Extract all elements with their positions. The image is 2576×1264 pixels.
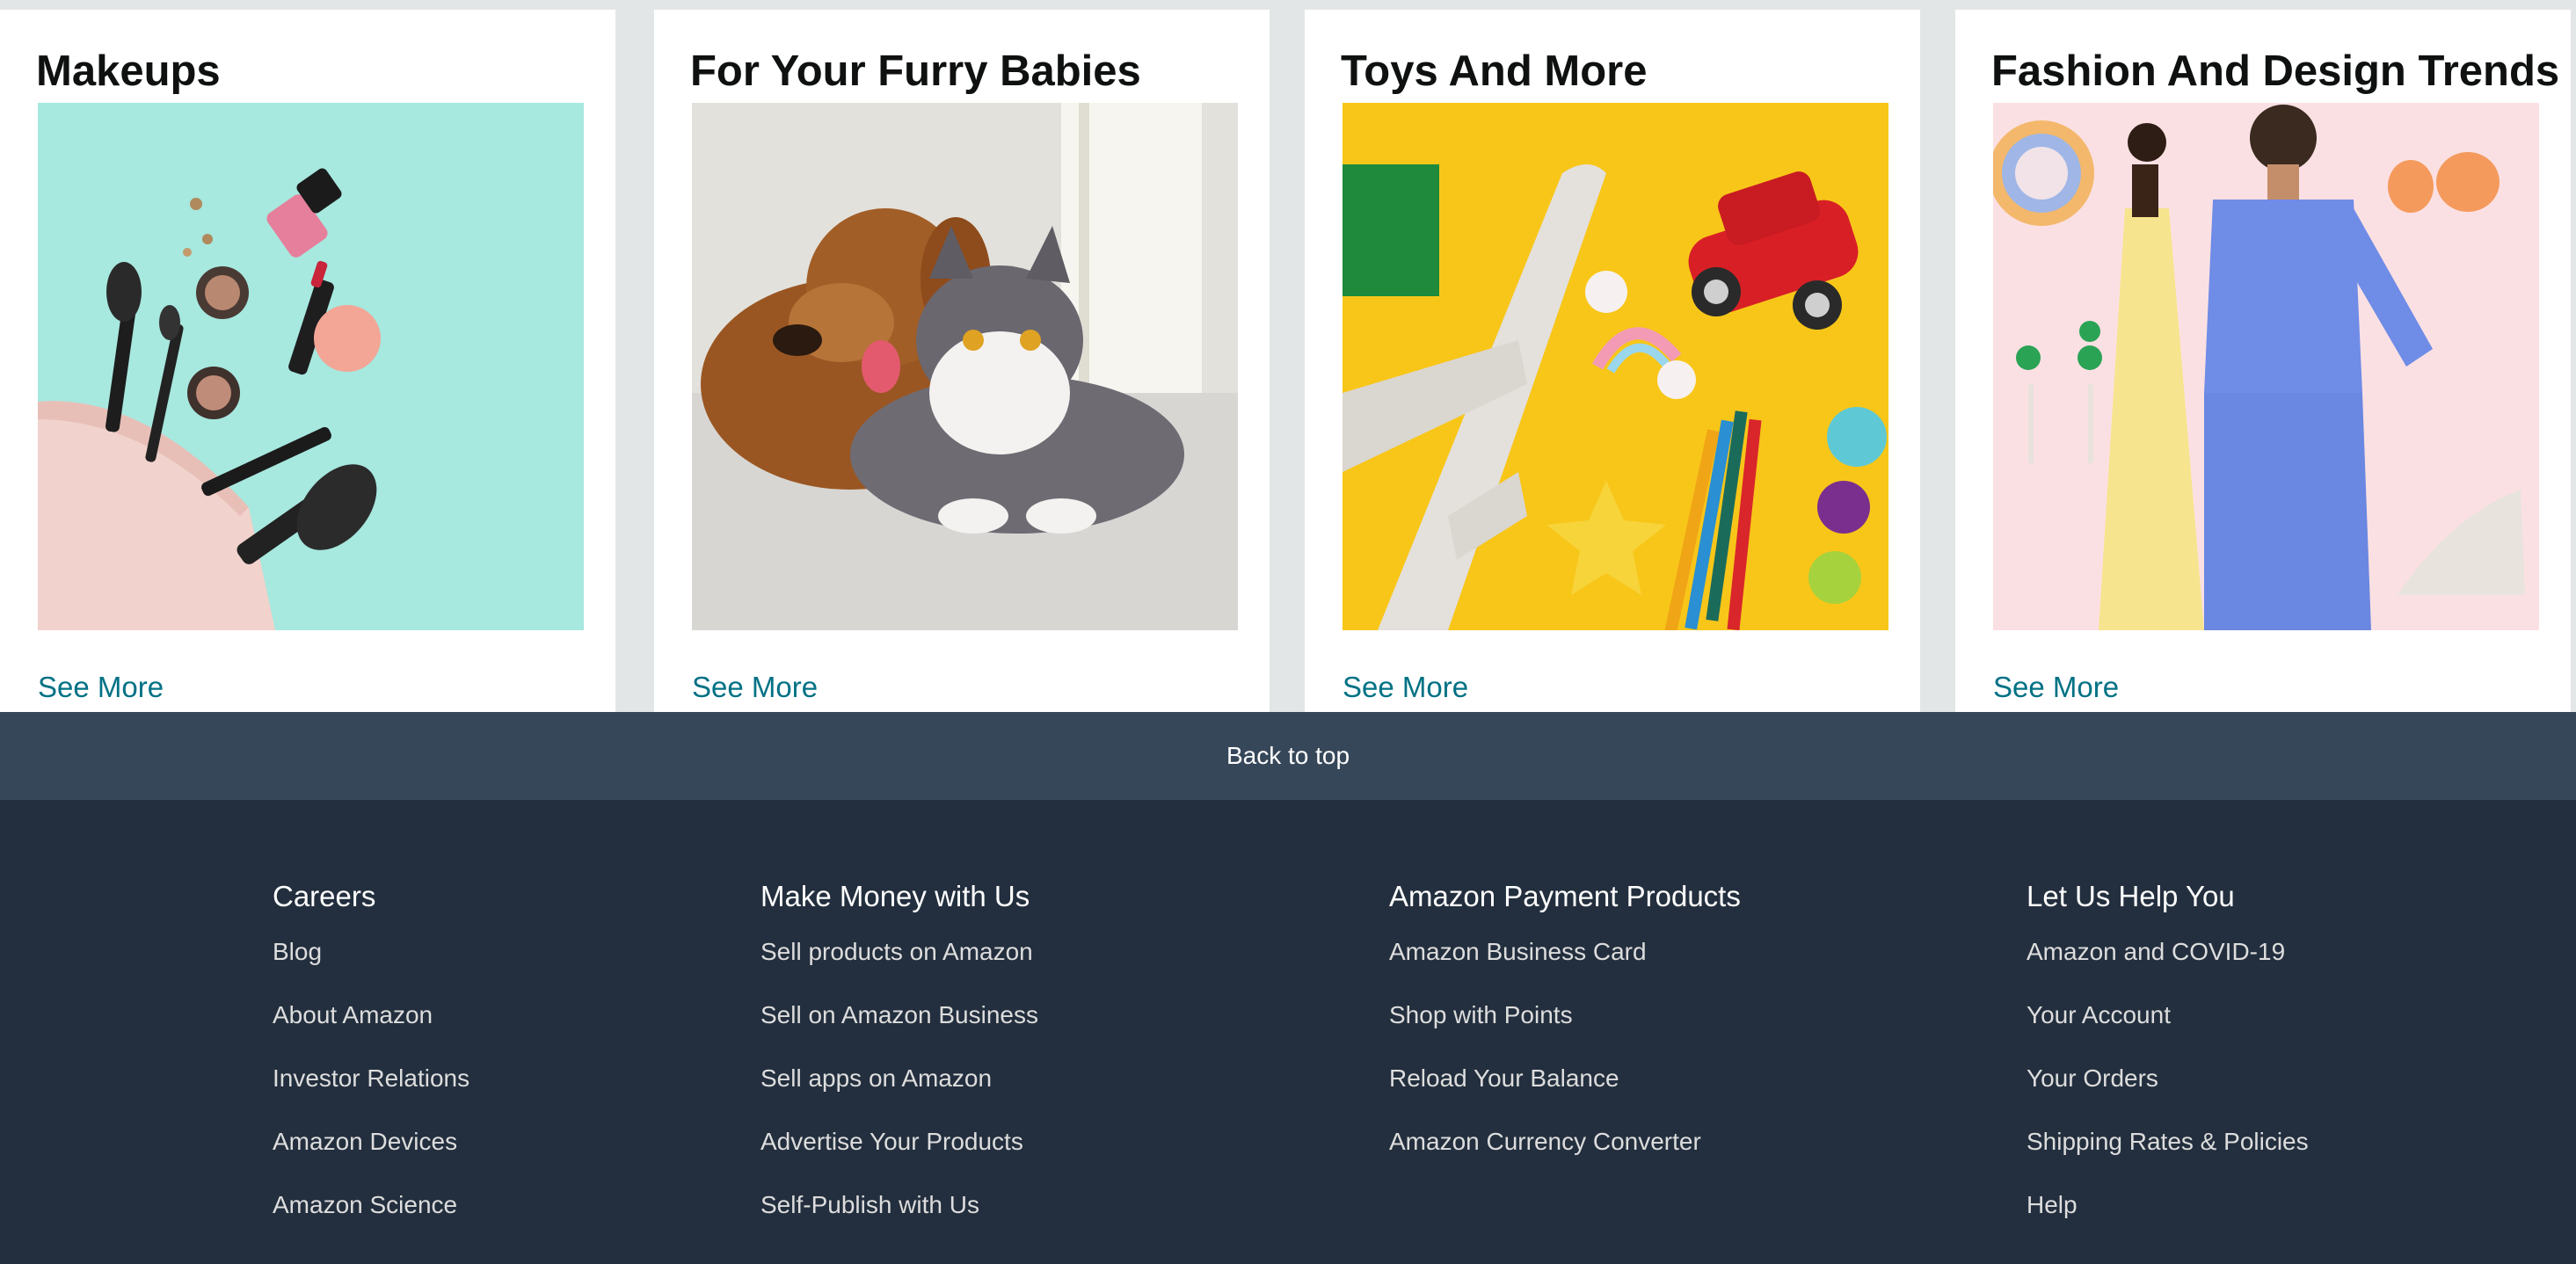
footer-column-careers: Careers Blog About Amazon Investor Relat… bbox=[273, 879, 469, 1254]
makeup-image[interactable] bbox=[38, 103, 584, 630]
footer-link-blog[interactable]: Blog bbox=[273, 938, 469, 966]
footer-link-your-account[interactable]: Your Account bbox=[2027, 1001, 2309, 1029]
footer-column-heading: Make Money with Us bbox=[760, 880, 1030, 912]
footer-column-heading: Let Us Help You bbox=[2027, 880, 2235, 912]
card-title: Fashion And Design Trends bbox=[1991, 47, 2560, 95]
footer-link-self-publish[interactable]: Self-Publish with Us bbox=[760, 1191, 1038, 1219]
card-title: For Your Furry Babies bbox=[690, 47, 1141, 95]
footer-link-currency-converter[interactable]: Amazon Currency Converter bbox=[1389, 1128, 1741, 1156]
footer-link-sell-products[interactable]: Sell products on Amazon bbox=[760, 938, 1038, 966]
footer-link-sell-business[interactable]: Sell on Amazon Business bbox=[760, 1001, 1038, 1029]
footer-column-help: Let Us Help You Amazon and COVID-19 Your… bbox=[2027, 879, 2309, 1254]
footer-link-business-card[interactable]: Amazon Business Card bbox=[1389, 938, 1741, 966]
footer-link-your-orders[interactable]: Your Orders bbox=[2027, 1064, 2309, 1093]
card-title: Toys And More bbox=[1341, 47, 1648, 95]
see-more-link[interactable]: See More bbox=[38, 671, 164, 704]
footer-column-heading: Amazon Payment Products bbox=[1389, 880, 1741, 912]
card-furry-babies: For Your Furry Babies See More bbox=[654, 10, 1270, 712]
footer-link-advertise[interactable]: Advertise Your Products bbox=[760, 1128, 1038, 1156]
back-to-top-button[interactable]: Back to top bbox=[0, 712, 2576, 800]
see-more-link[interactable]: See More bbox=[692, 671, 818, 704]
footer-column-payment-products: Amazon Payment Products Amazon Business … bbox=[1389, 879, 1741, 1191]
fashion-image[interactable] bbox=[1993, 103, 2539, 630]
dog-cat-image[interactable] bbox=[692, 103, 1238, 630]
footer-column-heading: Careers bbox=[273, 880, 376, 912]
footer-link-investor-relations[interactable]: Investor Relations bbox=[273, 1064, 469, 1093]
footer-link-about-amazon[interactable]: About Amazon bbox=[273, 1001, 469, 1029]
footer-link-shipping-rates[interactable]: Shipping Rates & Policies bbox=[2027, 1128, 2309, 1156]
footer-column-make-money: Make Money with Us Sell products on Amaz… bbox=[760, 879, 1038, 1254]
footer-link-sell-apps[interactable]: Sell apps on Amazon bbox=[760, 1064, 1038, 1093]
see-more-link[interactable]: See More bbox=[1993, 671, 2119, 704]
footer: Careers Blog About Amazon Investor Relat… bbox=[0, 800, 2576, 1264]
footer-link-help[interactable]: Help bbox=[2027, 1191, 2309, 1219]
card-fashion: Fashion And Design Trends See More bbox=[1955, 10, 2571, 712]
footer-link-covid[interactable]: Amazon and COVID-19 bbox=[2027, 938, 2309, 966]
footer-link-shop-with-points[interactable]: Shop with Points bbox=[1389, 1001, 1741, 1029]
card-title: Makeups bbox=[36, 47, 221, 95]
category-cards-row: Makeups See More For Your Furry Babies S… bbox=[0, 0, 2576, 712]
footer-link-amazon-science[interactable]: Amazon Science bbox=[273, 1191, 469, 1219]
card-makeups: Makeups See More bbox=[0, 10, 615, 712]
footer-link-reload-balance[interactable]: Reload Your Balance bbox=[1389, 1064, 1741, 1093]
toys-image[interactable] bbox=[1343, 103, 1888, 630]
see-more-link[interactable]: See More bbox=[1343, 671, 1468, 704]
card-toys: Toys And More See More bbox=[1305, 10, 1920, 712]
footer-link-amazon-devices[interactable]: Amazon Devices bbox=[273, 1128, 469, 1156]
